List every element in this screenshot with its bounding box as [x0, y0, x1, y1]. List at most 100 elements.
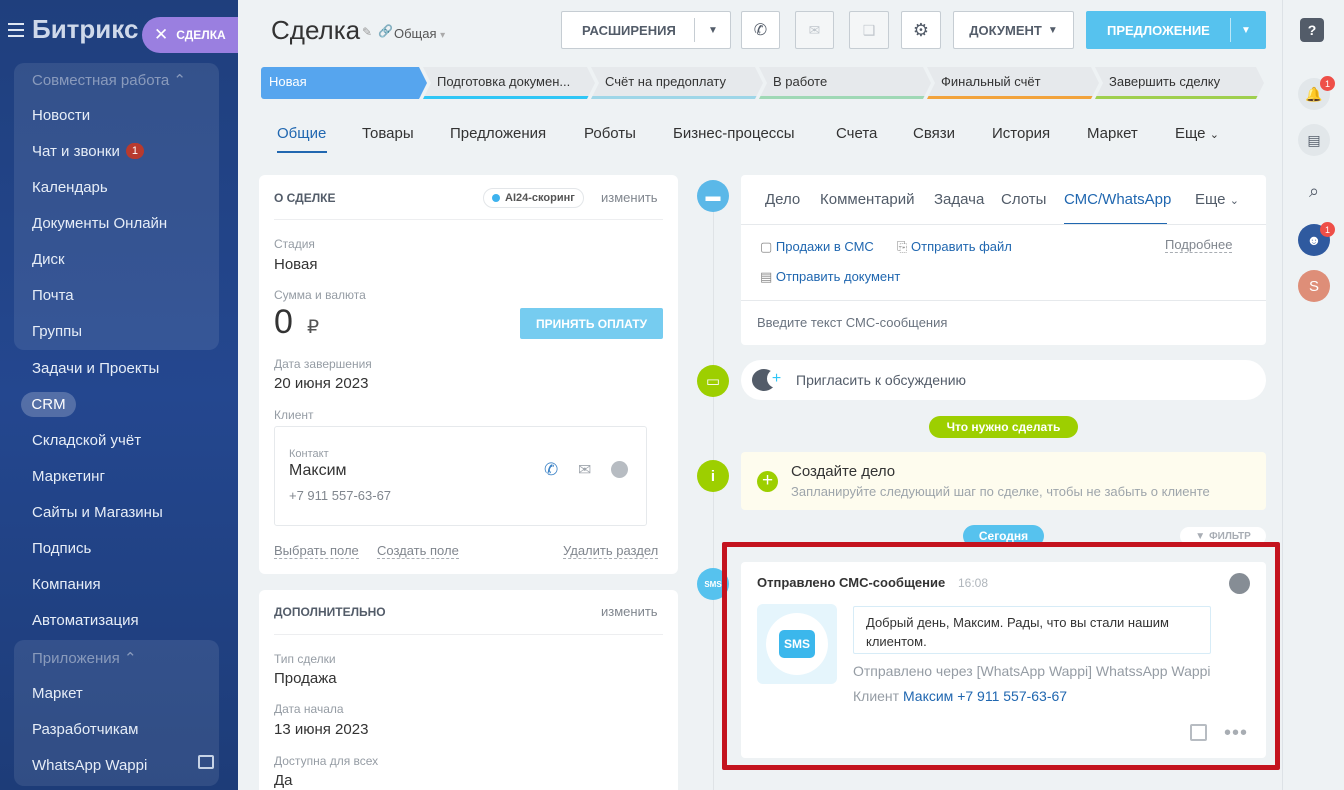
stage-docs[interactable]: Подготовка докумен...: [423, 67, 595, 99]
stage-new[interactable]: Новая: [261, 67, 427, 99]
chat-icon[interactable]: ▤: [1298, 124, 1330, 156]
category-dropdown[interactable]: Общая ▾: [394, 26, 445, 41]
divider: [274, 634, 663, 635]
stage-prepayment[interactable]: Счёт на предоплату: [591, 67, 763, 99]
chat-icon[interactable]: [611, 461, 628, 478]
messenger-button[interactable]: ❑: [849, 11, 889, 49]
menu-item-market[interactable]: Маркет: [32, 685, 83, 702]
editor-tab-more[interactable]: Еще ⌄: [1195, 191, 1239, 208]
tab-products[interactable]: Товары: [362, 125, 414, 142]
deal-type-value: Продажа: [274, 670, 337, 687]
tab-business-processes[interactable]: Бизнес-процессы: [673, 125, 795, 142]
menu-item-sites[interactable]: Сайты и Магазины: [32, 504, 163, 521]
editor-tab-comment[interactable]: Комментарий: [820, 191, 914, 208]
menu-section-collab[interactable]: Совместная работа ⌃: [32, 71, 186, 89]
menu-item-marketing[interactable]: Маркетинг: [32, 468, 105, 485]
available-label: Доступна для всех: [274, 754, 379, 768]
divider: [1230, 18, 1231, 42]
phone-icon[interactable]: ✆: [544, 460, 558, 480]
close-icon[interactable]: ✕: [154, 25, 168, 45]
phone-icon: ✆: [753, 22, 768, 39]
call-button[interactable]: ✆: [741, 11, 780, 49]
stage-in-work[interactable]: В работе: [759, 67, 931, 99]
left-sidebar: Битрикс 24 ✕ СДЕЛКА Совместная работа ⌃ Н…: [0, 0, 238, 790]
send-document-link[interactable]: ▤ Отправить документ: [760, 269, 900, 285]
tab-more-label: Еще: [1195, 191, 1226, 208]
select-field-link[interactable]: Выбрать поле: [274, 543, 359, 559]
document-button[interactable]: ДОКУМЕНТ ▼: [953, 11, 1074, 49]
menu-item-chat[interactable]: Чат и звонки 1: [32, 143, 144, 160]
menu-item-company[interactable]: Компания: [32, 576, 101, 593]
menu-item-whatsapp-wappi[interactable]: WhatsApp Wappi: [32, 757, 147, 774]
tab-history[interactable]: История: [992, 125, 1050, 142]
details-link[interactable]: Подробнее: [1165, 237, 1233, 253]
page-title: Сделка: [271, 15, 361, 45]
create-task-title: Создайте дело: [791, 463, 896, 480]
menu-item-sign[interactable]: Подпись: [32, 540, 91, 557]
ai-scoring-chip[interactable]: AI24-скоринг: [483, 188, 584, 208]
plus-icon[interactable]: +: [757, 471, 778, 492]
link-icon[interactable]: 🔗: [378, 24, 393, 38]
create-field-link[interactable]: Создать поле: [377, 543, 459, 559]
menu-item-groups[interactable]: Группы: [32, 323, 82, 340]
stage-final-invoice[interactable]: Финальный счёт: [927, 67, 1099, 99]
menu-item-news[interactable]: Новости: [32, 107, 90, 124]
sms-message-input[interactable]: Введите текст СМС-сообщения: [757, 315, 947, 330]
editor-tab-activity[interactable]: Дело: [765, 191, 800, 208]
invite-label: Пригласить к обсуждению: [796, 372, 967, 388]
tab-general[interactable]: Общие: [277, 125, 326, 142]
tab-links[interactable]: Связи: [913, 125, 955, 142]
chevron-down-icon[interactable]: ▼: [1241, 25, 1251, 36]
search-icon[interactable]: ⌕: [1298, 175, 1330, 207]
menu-item-disk[interactable]: Диск: [32, 251, 65, 268]
plus-icon: +: [767, 369, 786, 388]
user-avatar[interactable]: S: [1298, 270, 1330, 302]
tab-more[interactable]: Еще ⌄: [1175, 125, 1219, 142]
edit-pencil-icon[interactable]: ✎: [362, 25, 372, 39]
delete-section-link[interactable]: Удалить раздел: [563, 543, 659, 559]
paperclip-icon: ⎘: [897, 239, 908, 254]
send-file-link[interactable]: ⎘ Отправить файл: [897, 239, 1012, 255]
proposal-button[interactable]: ПРЕДЛОЖЕНИЕ ▼: [1086, 11, 1266, 49]
about-edit-link[interactable]: изменить: [601, 190, 658, 205]
menu-item-tasks[interactable]: Задачи и Проекты: [32, 360, 159, 377]
currency-symbol: ₽: [307, 317, 320, 338]
deal-close-chip[interactable]: ✕ СДЕЛКА: [142, 17, 238, 53]
editor-tab-slots[interactable]: Слоты: [1001, 191, 1046, 208]
menu-item-warehouse[interactable]: Складской учёт: [32, 432, 141, 449]
tab-proposals[interactable]: Предложения: [450, 125, 546, 142]
menu-section-apps[interactable]: Приложения ⌃: [32, 649, 137, 667]
editor-tab-sms-whatsapp[interactable]: СМС/WhatsApp: [1064, 191, 1171, 208]
tab-market[interactable]: Маркет: [1087, 125, 1138, 142]
stage-close-deal[interactable]: Завершить сделку: [1095, 67, 1264, 99]
chevron-down-icon[interactable]: ▼: [708, 25, 718, 36]
menu-toggle-icon[interactable]: [8, 22, 24, 37]
additional-edit-link[interactable]: изменить: [601, 604, 658, 619]
printer-icon[interactable]: [198, 755, 214, 769]
section-label: Приложения: [32, 650, 120, 667]
tab-robots[interactable]: Роботы: [584, 125, 636, 142]
email-button[interactable]: ✉: [795, 11, 834, 49]
settings-button[interactable]: ⚙: [901, 11, 941, 49]
menu-item-mail[interactable]: Почта: [32, 287, 74, 304]
menu-item-calendar[interactable]: Календарь: [32, 179, 108, 196]
mail-icon[interactable]: ✉: [578, 460, 591, 480]
bag-icon: ▢: [760, 239, 773, 254]
accept-payment-button[interactable]: ПРИНЯТЬ ОПЛАТУ: [520, 308, 663, 339]
menu-item-crm[interactable]: CRM: [21, 392, 76, 417]
menu-item-developers[interactable]: Разработчикам: [32, 721, 138, 738]
menu-item-automation[interactable]: Автоматизация: [32, 612, 139, 629]
create-task-card[interactable]: [741, 452, 1266, 510]
help-icon[interactable]: ?: [1300, 18, 1324, 42]
contact-name[interactable]: Максим: [289, 462, 347, 480]
tab-invoices[interactable]: Счета: [836, 125, 877, 142]
extensions-button[interactable]: РАСШИРЕНИЯ ▼: [561, 11, 731, 49]
contact-phone[interactable]: +7 911 557-63-67: [289, 488, 391, 503]
sales-sms-link[interactable]: ▢ Продажи в СМС: [760, 239, 874, 255]
filter-icon: ▼: [1195, 530, 1206, 542]
editor-tab-task[interactable]: Задача: [934, 191, 984, 208]
chevron-down-icon: ▾: [440, 30, 446, 41]
todo-badge: Что нужно сделать: [929, 416, 1078, 438]
menu-item-docs-online[interactable]: Документы Онлайн: [32, 215, 167, 232]
stage-value: Новая: [274, 256, 318, 273]
